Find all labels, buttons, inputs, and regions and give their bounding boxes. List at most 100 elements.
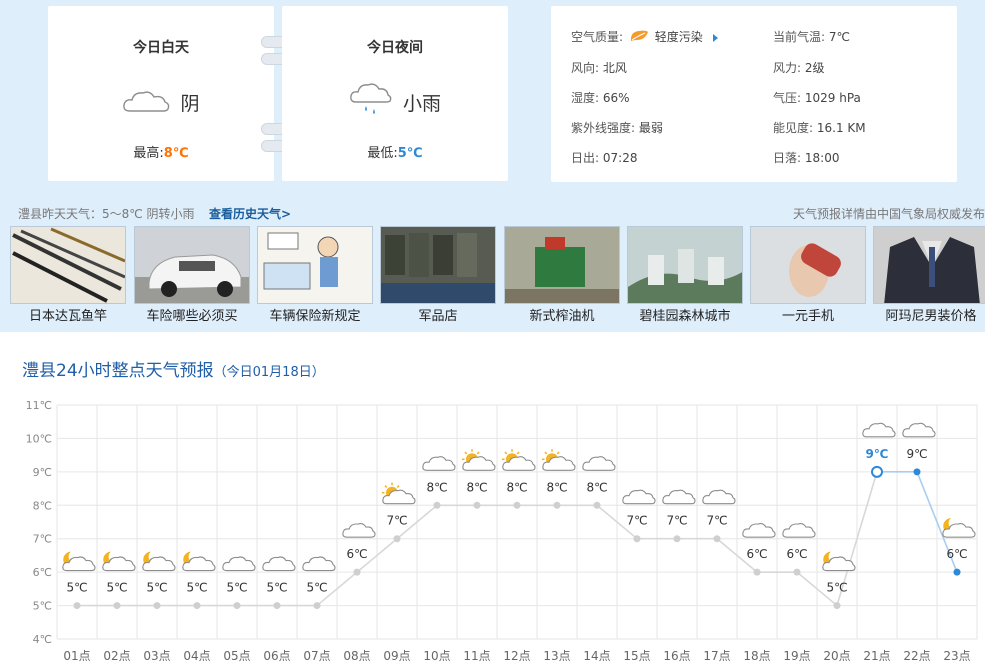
night-low-temp: 最低:5℃ bbox=[367, 146, 423, 161]
ad-item[interactable]: 车辆保险新规定 bbox=[257, 226, 373, 324]
ad-item[interactable]: 碧桂园森林城市 bbox=[627, 226, 743, 324]
x-tick-label: 14点 bbox=[583, 649, 610, 663]
ad-item[interactable]: 阿玛尼男装价格 bbox=[873, 226, 985, 324]
y-tick-label: 6℃ bbox=[33, 566, 52, 579]
ad-image-suit[interactable] bbox=[873, 226, 985, 304]
pressure: 气压: 1029 hPa bbox=[773, 91, 861, 105]
yesterday-weather: 澧县昨天天气：5～8℃ 阴转小雨 bbox=[18, 207, 195, 221]
data-label: 5℃ bbox=[106, 581, 127, 595]
sun-cloud-icon bbox=[502, 449, 536, 471]
cloud-icon bbox=[222, 556, 256, 572]
x-tick-label: 13点 bbox=[543, 649, 570, 663]
ad-item[interactable]: 一元手机 bbox=[750, 226, 866, 324]
data-label: 9℃ bbox=[906, 447, 927, 461]
moon-cloud-icon bbox=[142, 551, 176, 572]
data-label: 5℃ bbox=[266, 581, 287, 595]
x-tick-label: 22点 bbox=[903, 649, 930, 663]
data-point bbox=[833, 602, 841, 610]
night-weather-card: 今日夜间 小雨 最低:5℃ bbox=[282, 6, 508, 181]
cloud-icon bbox=[122, 86, 170, 118]
x-tick-label: 08点 bbox=[343, 649, 370, 663]
data-label: 8℃ bbox=[506, 480, 527, 494]
day-condition: 阴 bbox=[180, 92, 200, 115]
x-tick-label: 11点 bbox=[463, 649, 490, 663]
x-tick-label: 02点 bbox=[103, 649, 130, 663]
data-point bbox=[473, 501, 481, 509]
data-label: 7℃ bbox=[386, 514, 407, 528]
ad-image-cartoon[interactable] bbox=[257, 226, 373, 304]
data-label: 7℃ bbox=[666, 514, 687, 528]
moon-cloud-icon bbox=[182, 551, 216, 572]
ad-item[interactable]: 军品店 bbox=[380, 226, 496, 324]
cloud-icon bbox=[422, 456, 456, 471]
data-point bbox=[913, 468, 921, 476]
data-point bbox=[593, 501, 601, 509]
data-point bbox=[393, 535, 401, 543]
y-tick-label: 5℃ bbox=[33, 600, 52, 613]
data-point bbox=[433, 501, 441, 509]
source-note: 天气预报详情由中国气象局权威发布 bbox=[792, 207, 985, 221]
wind-force: 风力: 2级 bbox=[773, 61, 825, 75]
data-label: 7℃ bbox=[626, 514, 647, 528]
x-tick-label: 10点 bbox=[423, 649, 450, 663]
moon-cloud-icon bbox=[102, 551, 136, 572]
data-point bbox=[633, 535, 641, 543]
ad-item[interactable]: 车险哪些必须买 bbox=[134, 226, 250, 324]
day-title: 今日白天 bbox=[133, 40, 189, 56]
ad-image-forest-city[interactable] bbox=[627, 226, 743, 304]
humidity: 湿度: 66% bbox=[571, 91, 630, 105]
data-label: 5℃ bbox=[306, 581, 327, 595]
x-tick-label: 19点 bbox=[783, 649, 810, 663]
data-point bbox=[553, 501, 561, 509]
data-point bbox=[313, 602, 321, 610]
ad-image-fishing-rod[interactable] bbox=[10, 226, 126, 304]
uv-index: 紫外线强度: 最弱 bbox=[571, 121, 663, 135]
x-tick-label: 17点 bbox=[703, 649, 730, 663]
data-label: 5℃ bbox=[226, 581, 247, 595]
data-point bbox=[953, 568, 961, 576]
data-label: 8℃ bbox=[426, 480, 447, 494]
cloud-icon bbox=[862, 422, 896, 438]
y-tick-label: 7℃ bbox=[33, 533, 52, 546]
weather-details-card: 空气质量: 轻度污染 当前气温: 7℃ 风向: 北风 风力: 2级 湿度: 66… bbox=[551, 6, 957, 182]
x-tick-label: 03点 bbox=[143, 649, 170, 663]
leaf-icon bbox=[629, 29, 649, 46]
y-tick-label: 4℃ bbox=[33, 633, 52, 646]
air-quality-value: 轻度污染 bbox=[654, 30, 703, 44]
sun-cloud-icon bbox=[382, 482, 416, 505]
moon-cloud-icon bbox=[942, 518, 976, 538]
data-point bbox=[353, 568, 361, 576]
ad-item[interactable]: 新式榨油机 bbox=[504, 226, 620, 324]
data-label: 8℃ bbox=[546, 480, 567, 494]
history-weather-link[interactable]: 查看历史天气> bbox=[209, 205, 291, 222]
ad-image-clothes-store[interactable] bbox=[380, 226, 496, 304]
cloud-icon bbox=[702, 489, 736, 505]
visibility: 能见度: 16.1 KM bbox=[773, 121, 866, 135]
data-label: 5℃ bbox=[66, 581, 87, 595]
sunset: 日落: 18:00 bbox=[773, 151, 840, 165]
x-tick-label: 12点 bbox=[503, 649, 530, 663]
x-tick-label: 09点 bbox=[383, 649, 410, 663]
ad-item[interactable]: 日本达瓦鱼竿 bbox=[10, 226, 126, 324]
ad-image-car[interactable] bbox=[134, 226, 250, 304]
night-title: 今日夜间 bbox=[367, 40, 423, 56]
night-condition: 小雨 bbox=[402, 92, 441, 115]
caret-right-icon[interactable] bbox=[712, 33, 718, 42]
x-tick-label: 07点 bbox=[303, 649, 330, 663]
data-point bbox=[233, 602, 241, 610]
x-tick-label: 15点 bbox=[623, 649, 650, 663]
y-tick-label: 8℃ bbox=[33, 499, 52, 512]
ad-image-phone[interactable] bbox=[750, 226, 866, 304]
x-tick-label: 18点 bbox=[743, 649, 770, 663]
data-label: 8℃ bbox=[466, 480, 487, 494]
ad-image-oil-press[interactable] bbox=[504, 226, 620, 304]
x-tick-label: 01点 bbox=[63, 649, 90, 663]
data-point-current bbox=[871, 465, 883, 478]
data-point bbox=[673, 535, 681, 543]
x-tick-label: 04点 bbox=[183, 649, 210, 663]
cloud-icon bbox=[782, 523, 816, 538]
air-quality[interactable]: 空气质量: 轻度污染 bbox=[571, 28, 718, 46]
wind-direction: 风向: 北风 bbox=[571, 61, 627, 75]
data-point bbox=[713, 535, 721, 543]
day-high-temp: 最高:8℃ bbox=[133, 146, 189, 161]
